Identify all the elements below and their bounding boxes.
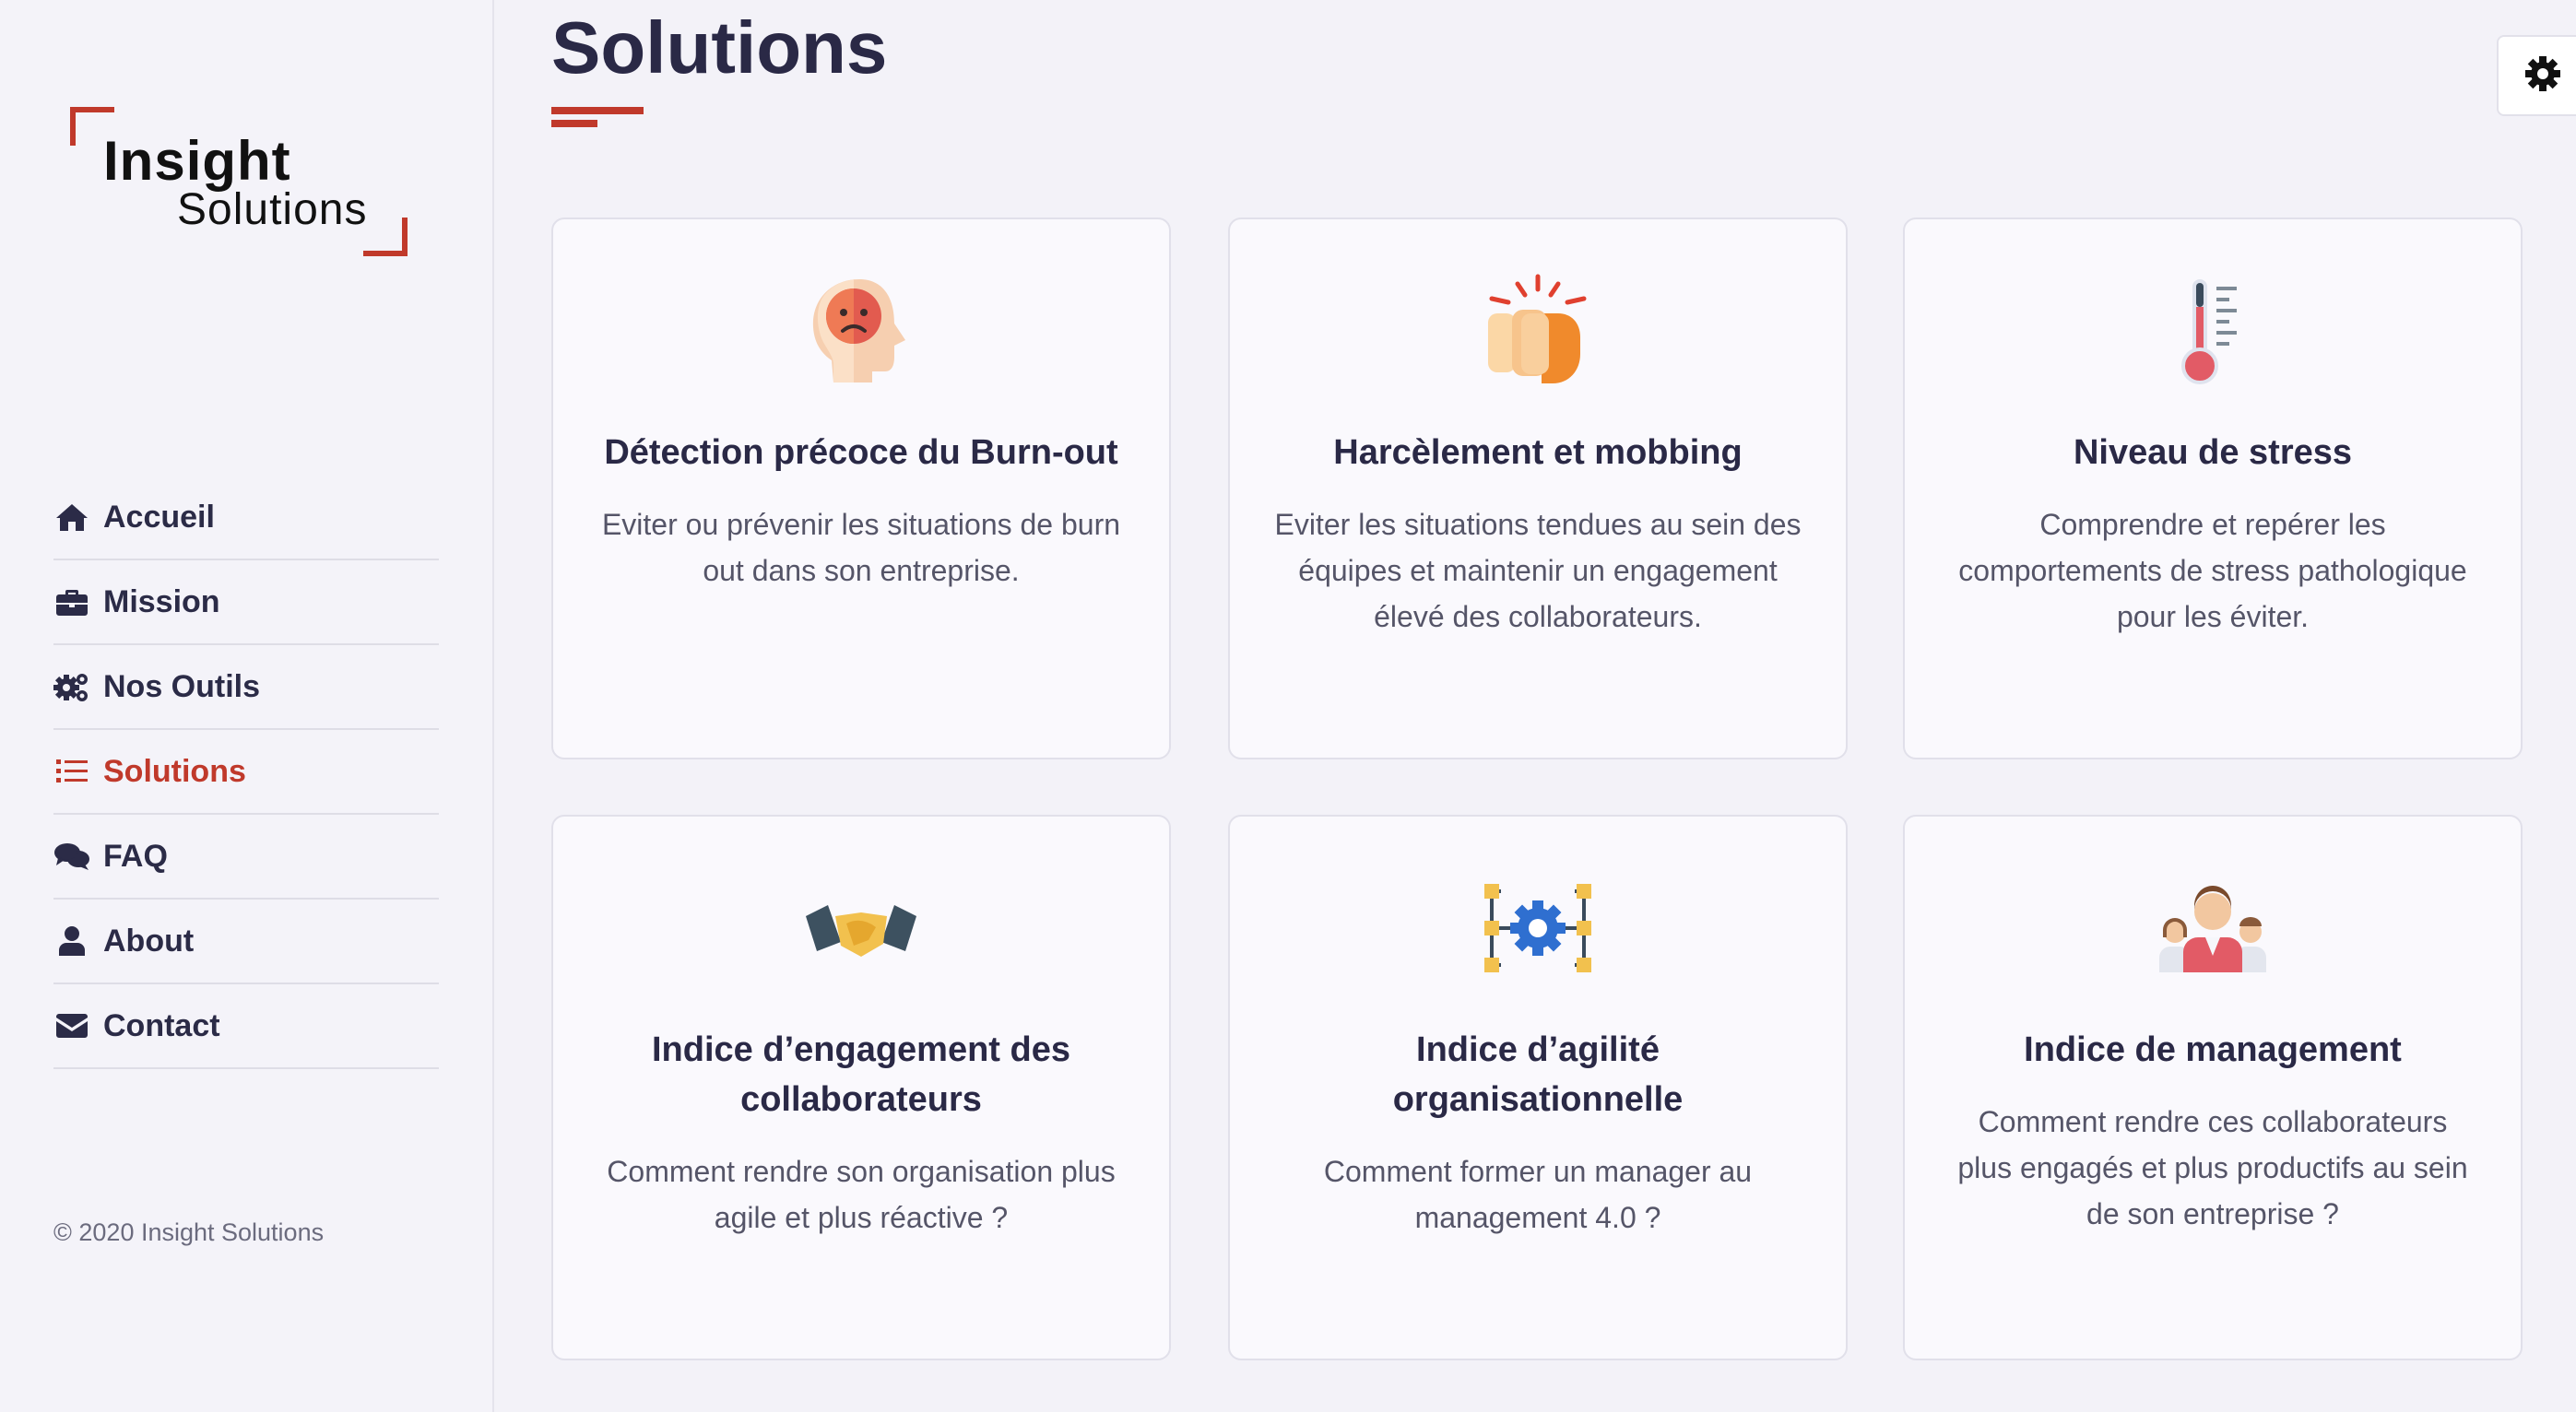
nav-item-contact[interactable]: Contact [53,984,439,1069]
card-description: Eviter les situations tendues au sein de… [1274,508,1802,633]
card-title: Détection précoce du Burn-out [604,433,1118,472]
nav-label: About [103,923,195,959]
card-title: Indice d’engagement des collaborateurs [652,1030,1070,1119]
title-underline [551,120,597,127]
card-description: Eviter ou prévenir les situations de bur… [601,508,1121,587]
gear-network-icon [1272,868,1803,988]
logo-line-2: Solutions [177,185,368,234]
list-icon [53,753,90,790]
home-icon [53,499,90,535]
solution-card[interactable]: Harcèlement et mobbing Eviter les situat… [1228,218,1848,759]
gears-icon [53,668,90,705]
card-description: Comment rendre ces collaborateurs plus e… [1957,1105,2468,1230]
page-title: Solutions [551,6,888,88]
card-title: Indice d’agilité organisationnelle [1392,1030,1684,1119]
solution-card[interactable]: Indice de management Comment rendre ces … [1903,815,2523,1360]
logo-line-1: Insight [103,130,291,192]
nav-label: Solutions [103,753,246,789]
gear-icon [2523,54,2562,98]
card-title: Niveau de stress [2073,433,2353,472]
brand-logo[interactable]: Insight Solutions [70,107,408,256]
nav-label: Nos Outils [103,668,261,704]
card-description: Comment former un manager au management … [1323,1155,1753,1234]
punching-fist-icon [1272,271,1803,391]
card-description: Comprendre et repérer les comportements … [1958,508,2467,633]
head-sad-face-icon [596,271,1127,391]
main-nav: Accueil Mission Nos Outils Solutions FAQ [53,476,439,1069]
nav-label: Accueil [103,499,215,535]
card-title: Indice de management [2024,1030,2402,1069]
solution-card[interactable]: Niveau de stress Comprendre et repérer l… [1903,218,2523,759]
settings-button[interactable] [2497,35,2576,116]
card-description: Comment rendre son organisation plus agi… [607,1155,1116,1234]
nav-label: Contact [103,1007,220,1043]
nav-item-solutions[interactable]: Solutions [53,730,439,815]
team-icon [1947,868,2478,988]
title-underline [551,107,644,114]
nav-item-nos-outils[interactable]: Nos Outils [53,645,439,730]
handshake-icon [596,868,1127,988]
nav-label: FAQ [103,838,168,874]
logo-corner-bottom-right [363,218,408,256]
nav-item-about[interactable]: About [53,900,439,984]
user-icon [53,923,90,959]
solution-card[interactable]: Détection précoce du Burn-out Eviter ou … [551,218,1171,759]
envelope-icon [53,1007,90,1044]
briefcase-icon [53,583,90,620]
nav-item-mission[interactable]: Mission [53,560,439,645]
comments-icon [53,838,90,875]
card-title: Harcèlement et mobbing [1333,433,1743,472]
nav-item-faq[interactable]: FAQ [53,815,439,900]
solution-card[interactable]: Indice d’agilité organisationnelle Comme… [1228,815,1848,1360]
solution-card[interactable]: Indice d’engagement des collaborateurs C… [551,815,1171,1360]
sidebar: Insight Solutions Accueil Mission Nos Ou… [0,0,494,1412]
copyright-text: © 2020 Insight Solutions [53,1218,325,1246]
nav-label: Mission [103,583,220,619]
nav-item-accueil[interactable]: Accueil [53,476,439,560]
main-content: Solutions Détection précoce du Burn-out … [494,0,2576,1412]
thermometer-icon [1947,271,2478,391]
